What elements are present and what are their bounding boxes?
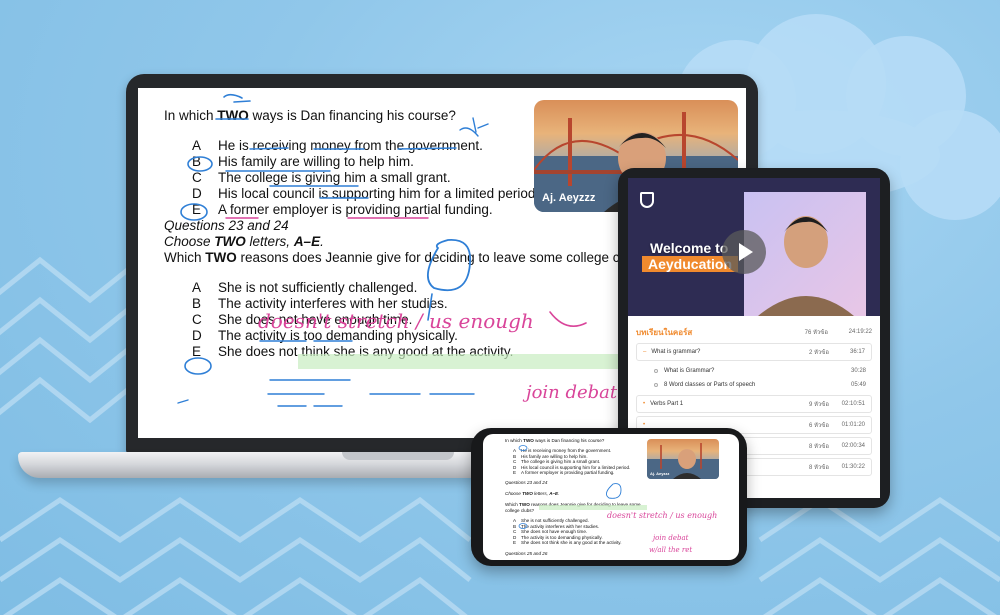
section-duration: 01:01:20 — [841, 422, 865, 428]
lesson-duration: 05:49 — [850, 382, 866, 388]
footer-heading: Questions 25 and 26 — [505, 550, 548, 556]
option-text: His family are willing to help him. — [218, 154, 414, 169]
lesson-name: What is Grammar? — [664, 368, 715, 374]
option-letter: A — [192, 138, 202, 153]
option-letter: D — [192, 186, 202, 201]
presenter-video-mini[interactable]: Aj. Aeyzzz — [647, 439, 719, 479]
presenter-name: Aj. Aeyzzz — [542, 192, 596, 204]
curriculum-count: 76 หัวข้อ — [804, 330, 828, 336]
option-text: The activity is too demanding physically… — [218, 328, 458, 343]
section-count: 6 หัวข้อ — [808, 423, 829, 429]
question-2-title: Which TWO reasons does Jeannie give for … — [505, 501, 641, 513]
option-letter: E — [192, 202, 202, 217]
instruction: Choose TWO letters, A–E. — [505, 490, 560, 496]
question-1-title: In which TWO ways is Dan financing his c… — [505, 438, 605, 443]
handwritten-note-3: w/all the ret — [649, 546, 692, 554]
option-text: She does not have enough time. — [218, 312, 413, 327]
collapse-icon: – — [643, 349, 647, 355]
worksheet-mini: In which TWO ways is Dan financing his c… — [505, 438, 655, 557]
option-text: His local council is supporting him for … — [218, 186, 540, 201]
option-text: She is not sufficiently challenged. — [218, 280, 418, 295]
laptop-notch — [342, 452, 454, 460]
section-row[interactable]: – What is grammar? 2 หัวข้อ 36:17 — [636, 343, 872, 361]
section-duration: 02:00:34 — [841, 443, 865, 449]
course-hero: Welcome to Aeyducation — [628, 178, 880, 316]
section-count: 9 หัวข้อ — [808, 402, 829, 408]
phone-screen: In which TWO ways is Dan financing his c… — [483, 434, 739, 560]
section-name: What is grammar? — [651, 349, 701, 355]
curriculum-title: บทเรียนในคอร์ส — [636, 327, 693, 337]
lesson-row[interactable]: 8 Word classes or Parts of speech 05:49 — [636, 378, 872, 392]
section-count: 8 หัวข้อ — [808, 444, 829, 450]
handwritten-note-2: join debat — [522, 382, 618, 403]
option-letter: C — [192, 170, 202, 185]
option-letter: C — [192, 312, 202, 327]
expand-icon: • — [643, 401, 646, 407]
option-letter: D — [192, 328, 202, 343]
curriculum-duration: 24:19:22 — [848, 329, 872, 335]
handwritten-note-2: join debat — [651, 534, 689, 542]
lesson-icon — [654, 383, 658, 387]
option-row: E She does not think she is any good at t… — [513, 540, 622, 546]
option-text: The college is giving him a small grant. — [218, 170, 451, 185]
option-letter: A — [192, 280, 202, 295]
section-count: 2 หัวข้อ — [808, 350, 829, 356]
lesson-name: 8 Word classes or Parts of speech — [664, 382, 756, 388]
option-text: A former employer is providing partial f… — [218, 202, 493, 217]
lesson-icon — [654, 369, 658, 373]
option-letter: B — [192, 154, 202, 169]
option-text: He is receiving money from the governmen… — [218, 138, 483, 153]
presenter-name: Aj. Aeyzzz — [650, 471, 670, 476]
option-letter: E — [192, 344, 202, 359]
section-duration: 36:17 — [849, 349, 865, 355]
question-2-options: A She is not sufficiently challenged. B Th… — [513, 518, 655, 546]
shield-logo-icon — [640, 192, 654, 208]
section-duration: 02:10:51 — [841, 401, 865, 407]
option-letter: B — [192, 296, 202, 311]
section-count: 8 หัวข้อ — [808, 465, 829, 471]
option-text: She does not think she is any good at th… — [218, 344, 514, 359]
section-name: Verbs Part 1 — [650, 401, 684, 407]
lesson-duration: 30:28 — [850, 368, 866, 374]
section-heading: Questions 23 and 24 — [505, 479, 548, 485]
play-icon[interactable] — [722, 230, 766, 274]
option-text: The activity interferes with her studies… — [218, 296, 448, 311]
course-hero-title: Welcome to — [650, 240, 729, 256]
option-row: EA former employer is providing partial … — [513, 470, 615, 476]
curriculum-header: บทเรียนในคอร์ส 76 หัวข้อ 24:19:22 — [628, 324, 880, 340]
section-duration: 01:30:22 — [841, 464, 865, 470]
lesson-row[interactable]: What is Grammar? 30:28 — [636, 364, 872, 378]
question-1-options: A He is receiving money from the governme… — [513, 448, 655, 476]
section-row[interactable]: • Verbs Part 1 9 หัวข้อ 02:10:51 — [636, 395, 872, 413]
